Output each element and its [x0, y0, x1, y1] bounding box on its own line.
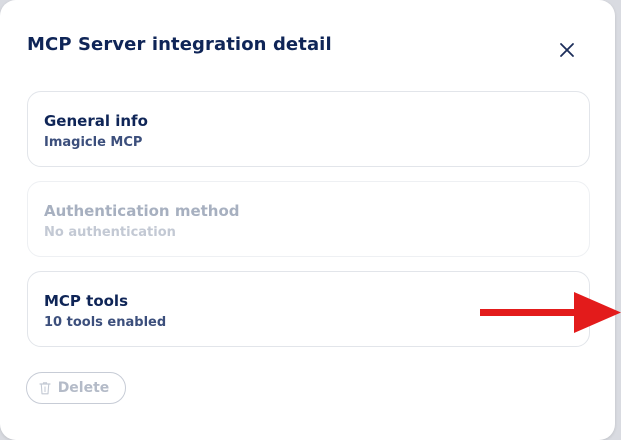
general-info-card[interactable]: General info Imagicle MCP	[27, 91, 590, 167]
general-info-value: Imagicle MCP	[44, 135, 143, 150]
authentication-method-value: No authentication	[44, 225, 176, 240]
mcp-integration-dialog: MCP Server integration detail General in…	[0, 0, 615, 440]
mcp-tools-card[interactable]: MCP tools 10 tools enabled	[27, 271, 590, 347]
dialog-title: MCP Server integration detail	[27, 34, 332, 55]
mcp-tools-title: MCP tools	[44, 292, 129, 310]
general-info-title: General info	[44, 112, 148, 130]
mcp-tools-value: 10 tools enabled	[44, 315, 167, 330]
delete-label: Delete	[57, 380, 110, 396]
authentication-method-title: Authentication method	[44, 202, 240, 220]
trash-icon	[39, 382, 51, 395]
delete-button[interactable]: Delete	[26, 372, 126, 404]
close-button[interactable]	[556, 39, 578, 61]
authentication-method-card: Authentication method No authentication	[27, 181, 590, 257]
close-icon	[560, 43, 574, 57]
